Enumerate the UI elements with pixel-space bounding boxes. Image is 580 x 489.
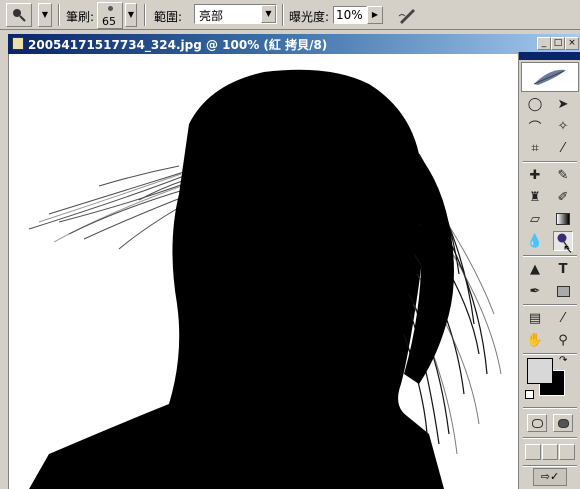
feather-logo-icon[interactable] <box>521 62 579 92</box>
tool-preset-picker[interactable] <box>6 3 32 27</box>
separator <box>523 161 577 163</box>
exposure-slider-button[interactable]: ▶ <box>367 6 383 24</box>
separator <box>523 255 577 257</box>
brush-label: 筆刷: <box>66 10 95 24</box>
crop-tool-icon[interactable]: ⌗ <box>525 138 545 158</box>
path-selection-tool-icon[interactable]: ▲ <box>525 259 545 279</box>
standard-mode-button[interactable] <box>527 414 547 432</box>
move-tool-icon[interactable]: ➤ <box>553 94 573 114</box>
range-value: 亮部 <box>199 9 224 23</box>
exposure-field[interactable]: 10% <box>333 6 367 24</box>
toolbox-header <box>519 52 580 60</box>
history-brush-tool-icon[interactable]: ✐ <box>553 187 573 207</box>
brush-dot-icon <box>108 6 113 11</box>
document-titlebar[interactable]: 20054171517734_324.jpg @ 100% (紅 拷貝/8) _… <box>8 34 580 54</box>
eraser-tool-icon[interactable]: ▱ <box>525 209 545 229</box>
brush-picker[interactable]: 65 <box>97 2 123 29</box>
jump-to-imageready-icon[interactable]: ⇨✓ <box>533 468 567 486</box>
minimize-button[interactable]: _ <box>537 37 551 50</box>
lasso-tool-icon[interactable]: ⌒ <box>525 116 545 136</box>
separator <box>523 353 577 355</box>
separator <box>523 437 577 439</box>
exposure-value: 10% <box>336 8 363 22</box>
foreground-color-swatch[interactable] <box>527 358 553 384</box>
chevron-down-icon[interactable]: ▼ <box>261 5 276 23</box>
document-icon <box>12 37 24 50</box>
separator <box>58 4 60 26</box>
brush-tool-icon[interactable]: ✎ <box>553 165 573 185</box>
separator <box>523 407 577 409</box>
pen-tool-icon[interactable]: ✒ <box>525 281 545 301</box>
close-button[interactable]: × <box>565 37 579 50</box>
full-screen-mode-button[interactable] <box>559 444 575 460</box>
swap-colors-icon[interactable]: ↷ <box>559 355 567 366</box>
options-bar: ▼ 筆刷: 65 ▼ 範圍: 亮部 ▼ 曝光度: 10% ▶ <box>0 0 580 30</box>
document-title: 20054171517734_324.jpg @ 100% (紅 拷貝/8) <box>28 38 328 52</box>
full-screen-menu-mode-button[interactable] <box>542 444 558 460</box>
airbrush-icon[interactable] <box>396 4 418 26</box>
healing-brush-tool-icon[interactable]: ✚ <box>525 165 545 185</box>
gradient-tool-icon[interactable] <box>553 209 573 229</box>
brush-size: 65 <box>102 15 116 28</box>
exposure-label: 曝光度: <box>289 10 330 24</box>
magic-wand-tool-icon[interactable]: ✧ <box>553 116 573 136</box>
range-label: 範圍: <box>154 10 183 24</box>
brush-dropdown[interactable]: ▼ <box>125 3 137 27</box>
shape-tool-icon[interactable] <box>553 281 573 301</box>
standard-screen-mode-button[interactable] <box>525 444 541 460</box>
maximize-button[interactable]: □ <box>551 37 565 50</box>
separator <box>144 4 146 26</box>
quick-mask-button[interactable] <box>553 414 573 432</box>
silhouette-image <box>9 54 518 489</box>
toolbox: ◯ ➤ ⌒ ✧ ⌗ ⁄ ✚ ✎ ♜ ✐ ▱ 💧 ↖ ▲ T ✒ ▤ ⁄ ✋ ⚲ … <box>518 52 580 489</box>
zoom-tool-icon[interactable]: ⚲ <box>553 330 573 350</box>
hand-tool-icon[interactable]: ✋ <box>525 330 545 350</box>
slice-tool-icon[interactable]: ⁄ <box>553 138 573 158</box>
cursor-icon: ↖ <box>563 242 574 256</box>
image-canvas[interactable] <box>8 54 518 489</box>
range-select[interactable]: 亮部 ▼ <box>194 4 277 24</box>
eyedropper-tool-icon[interactable]: ⁄ <box>553 308 573 328</box>
clone-stamp-tool-icon[interactable]: ♜ <box>525 187 545 207</box>
notes-tool-icon[interactable]: ▤ <box>525 308 545 328</box>
separator <box>282 4 284 26</box>
separator <box>523 304 577 306</box>
marquee-tool-icon[interactable]: ◯ <box>525 94 545 114</box>
tool-preset-dropdown[interactable]: ▼ <box>38 3 52 27</box>
default-colors-icon[interactable] <box>525 390 534 399</box>
separator <box>523 465 577 467</box>
type-tool-icon[interactable]: T <box>553 259 573 279</box>
dodge-icon <box>13 9 26 22</box>
blur-tool-icon[interactable]: 💧 <box>525 231 545 251</box>
